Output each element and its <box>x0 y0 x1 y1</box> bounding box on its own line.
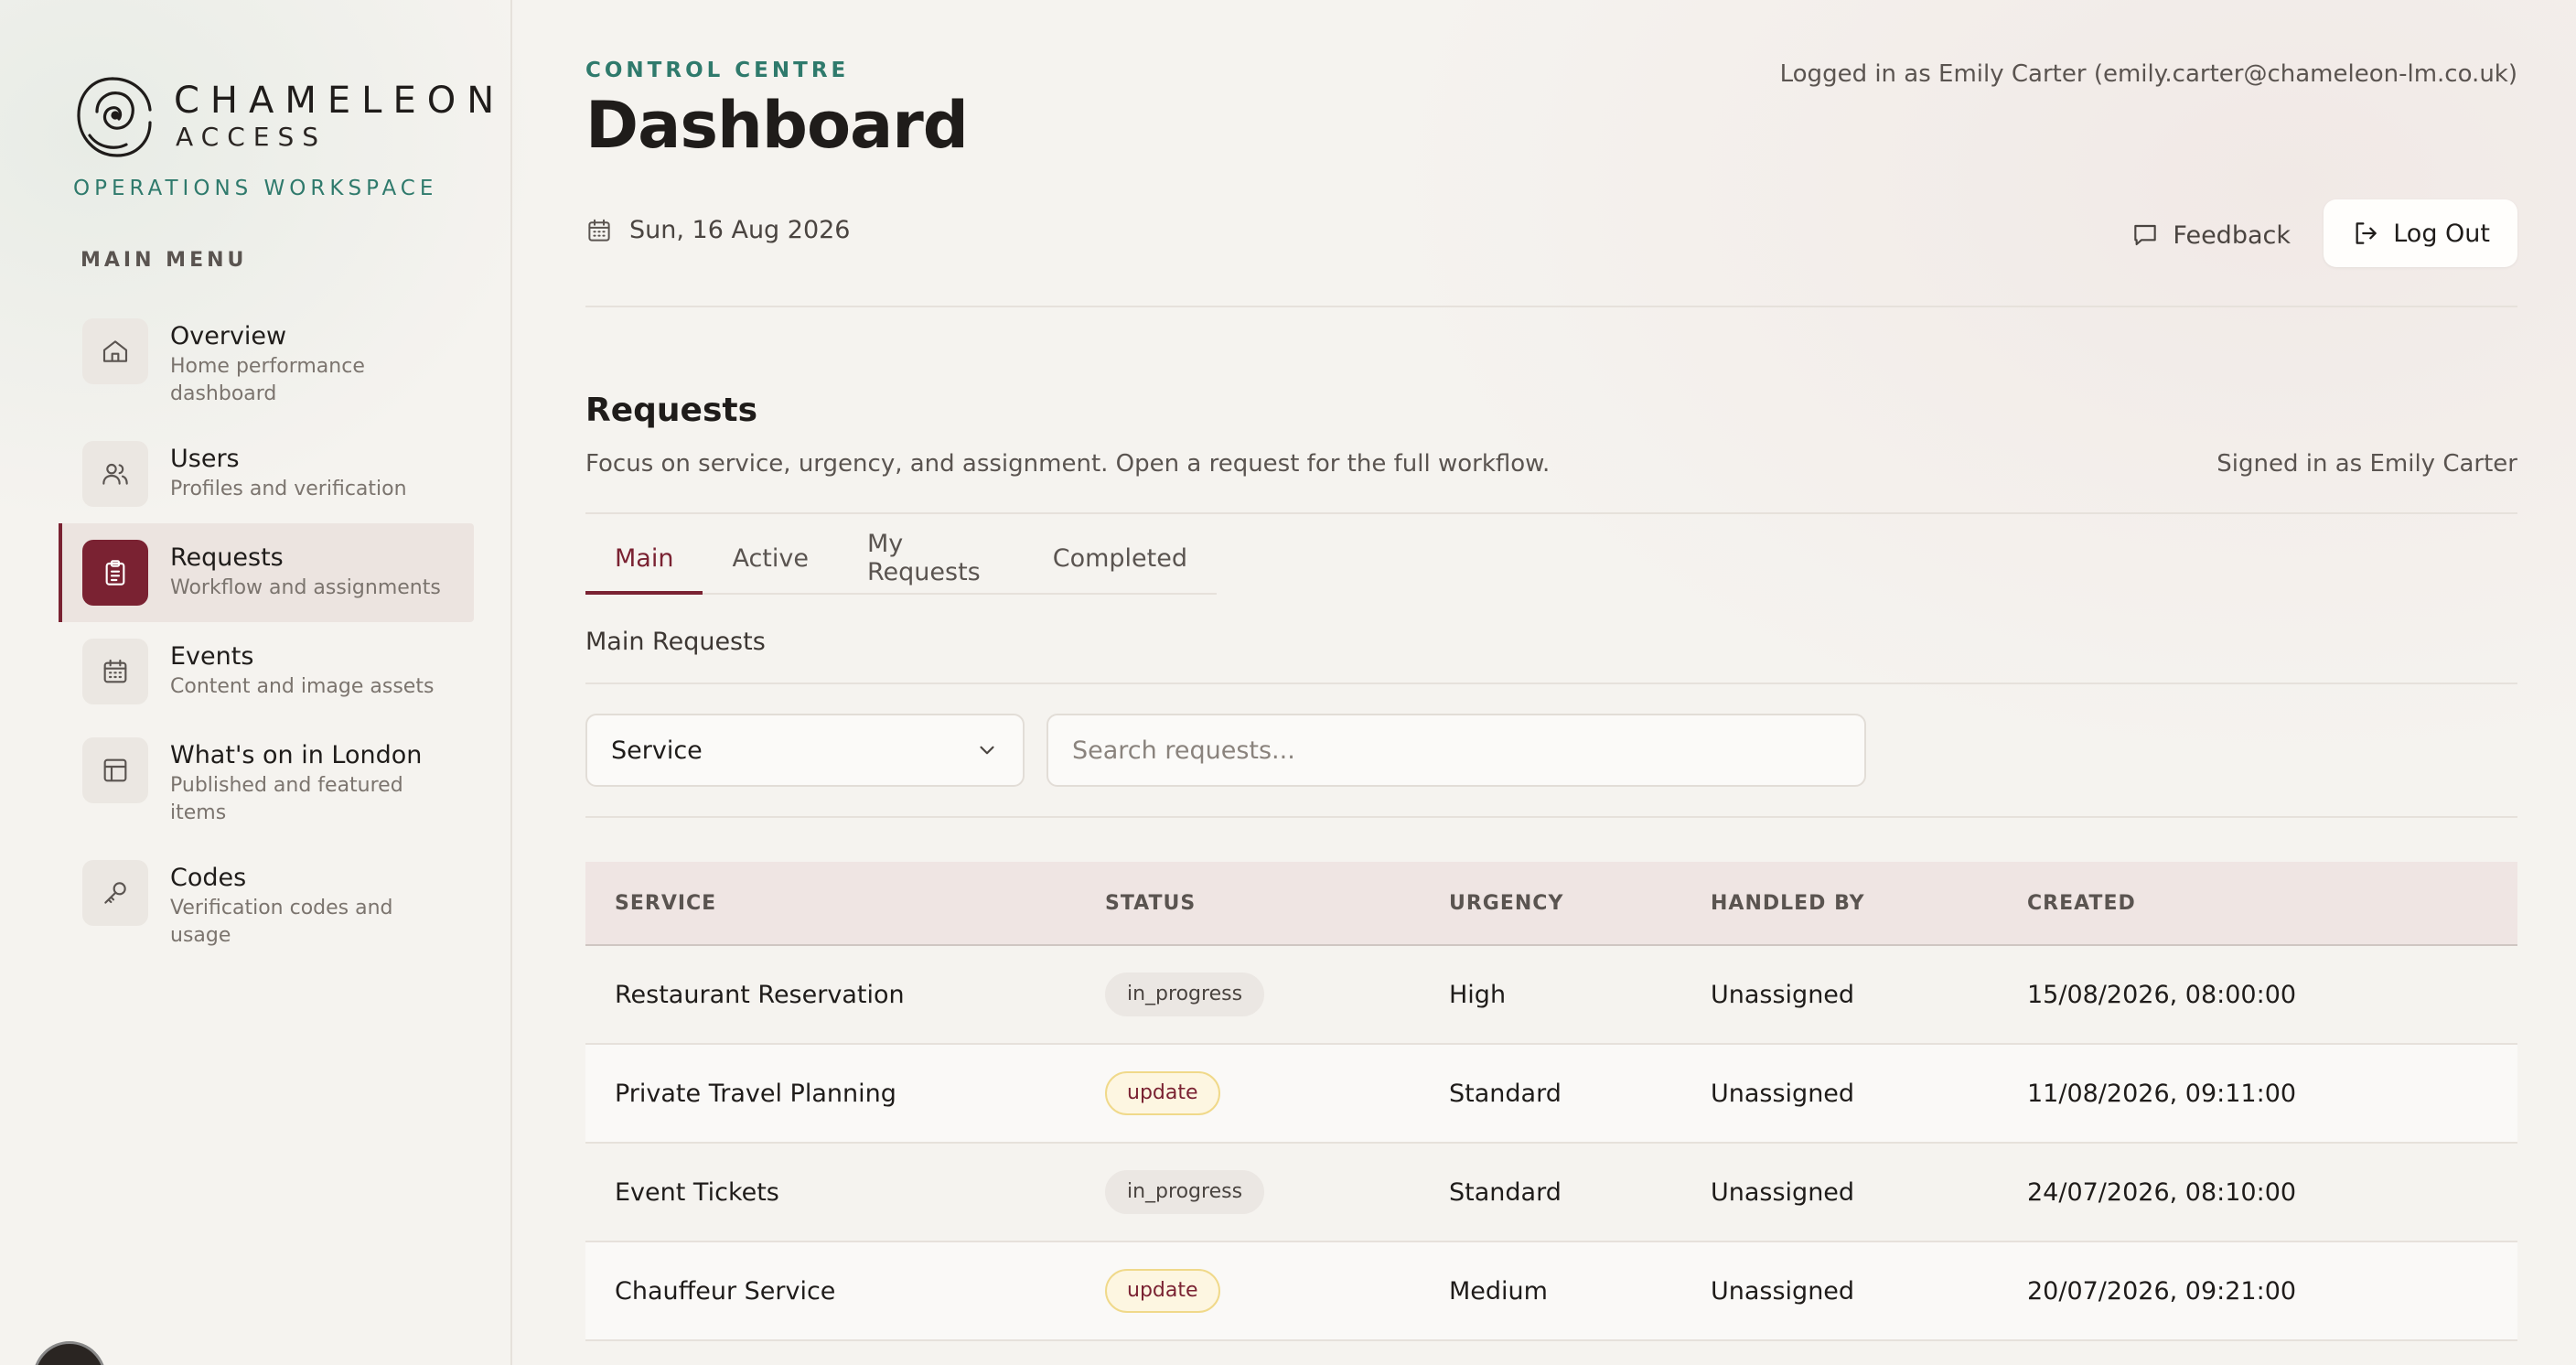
sidebar-item-desc: Home performance dashboard <box>170 355 365 405</box>
logout-icon <box>2356 222 2377 244</box>
section-description: Focus on service, urgency, and assignmen… <box>585 450 1551 478</box>
requests-table: SERVICE STATUS URGENCY HANDLED BY CREATE… <box>585 862 2517 1341</box>
main-content: CONTROL CENTRE Dashboard Logged in as Em… <box>585 0 2517 1365</box>
brand-sub: ACCESS <box>176 122 327 152</box>
cell-created: 15/08/2026, 08:00:00 <box>2027 980 2297 1009</box>
column-header-created[interactable]: CREATED <box>2027 892 2517 915</box>
cell-created: 20/07/2026, 09:21:00 <box>2027 1276 2297 1306</box>
tab-active[interactable]: Active <box>703 523 838 593</box>
tab-main[interactable]: Main <box>585 523 703 595</box>
page-eyebrow: CONTROL CENTRE <box>585 59 850 82</box>
cell-handled-by: Unassigned <box>1711 1177 1855 1207</box>
sidebar-item-desc: Published and featured items <box>170 774 403 824</box>
logout-label: Log Out <box>2393 219 2490 248</box>
users-icon <box>82 441 148 507</box>
brand-name: CHAMELEON <box>174 80 506 122</box>
message-icon <box>2134 224 2157 246</box>
sidebar: CHAMELEON ACCESS OPERATIONS WORKSPACE MA… <box>0 0 512 1365</box>
table-row[interactable]: Private Travel Planning update Standard … <box>585 1045 2517 1144</box>
sidebar-item-desc: Content and image assets <box>170 675 435 698</box>
table-row[interactable]: Chauffeur Service update Medium Unassign… <box>585 1242 2517 1341</box>
brand[interactable]: CHAMELEON ACCESS <box>71 71 505 163</box>
divider <box>585 306 2517 307</box>
brand-text: CHAMELEON ACCESS <box>174 81 505 154</box>
sidebar-item-label: Events <box>170 642 254 671</box>
cell-handled-by: Unassigned <box>1711 1276 1855 1306</box>
logout-button[interactable]: Log Out <box>2324 199 2517 267</box>
cell-service: Restaurant Reservation <box>615 980 905 1009</box>
avatar[interactable] <box>33 1341 106 1365</box>
feedback-button[interactable]: Feedback <box>2131 203 2291 267</box>
sidebar-item-label: Codes <box>170 864 247 892</box>
cell-service: Private Travel Planning <box>615 1079 896 1108</box>
cell-urgency: Standard <box>1449 1079 1562 1108</box>
tab-my-requests[interactable]: My Requests <box>838 523 1024 593</box>
divider <box>585 682 2517 684</box>
section-title: Requests <box>585 392 758 429</box>
cell-created: 24/07/2026, 08:10:00 <box>2027 1177 2297 1207</box>
cell-service: Event Tickets <box>615 1177 779 1207</box>
clipboard-icon <box>82 540 148 606</box>
table-header: SERVICE STATUS URGENCY HANDLED BY CREATE… <box>585 862 2517 946</box>
sidebar-item-label: Users <box>170 445 240 473</box>
chameleon-logo-icon <box>77 77 152 157</box>
cell-urgency: Standard <box>1449 1177 1562 1207</box>
table-row[interactable]: Restaurant Reservation in_progress High … <box>585 946 2517 1045</box>
sidebar-item-overview[interactable]: Overview Home performance dashboard <box>59 302 474 425</box>
column-header-urgency[interactable]: URGENCY <box>1449 892 1711 915</box>
sidebar-item-desc: Verification codes and usage <box>170 897 393 947</box>
tab-completed[interactable]: Completed <box>1024 523 1217 593</box>
request-tabs: Main Active My Requests Completed <box>585 523 1217 595</box>
key-icon <box>82 860 148 926</box>
sidebar-item-label: Requests <box>170 543 284 572</box>
select-value: Service <box>611 736 703 765</box>
menu-title: MAIN MENU <box>80 249 248 272</box>
main-nav: Overview Home performance dashboard User… <box>59 302 474 966</box>
column-header-handled-by[interactable]: HANDLED BY <box>1711 892 2027 915</box>
status-badge: in_progress <box>1105 1170 1265 1214</box>
search-input[interactable] <box>1046 714 1866 787</box>
sidebar-item-users[interactable]: Users Profiles and verification <box>59 425 474 523</box>
status-badge: in_progress <box>1105 973 1265 1016</box>
sidebar-item-label: Overview <box>170 322 287 350</box>
page-title: Dashboard <box>585 88 969 163</box>
calendar-icon <box>82 639 148 704</box>
cell-handled-by: Unassigned <box>1711 1079 1855 1108</box>
cell-handled-by: Unassigned <box>1711 980 1855 1009</box>
sidebar-item-desc: Workflow and assignments <box>170 576 441 599</box>
home-icon <box>82 318 148 384</box>
workspace-label: OPERATIONS WORKSPACE <box>73 177 438 200</box>
cell-service: Chauffeur Service <box>615 1276 836 1306</box>
chevron-down-icon <box>980 746 994 755</box>
sidebar-item-requests[interactable]: Requests Workflow and assignments <box>59 523 474 622</box>
signed-in-status: Signed in as Emily Carter <box>2216 450 2517 478</box>
sidebar-item-desc: Profiles and verification <box>170 478 407 500</box>
sidebar-item-label: What's on in London <box>170 741 423 769</box>
sidebar-item-whats-on[interactable]: What's on in London Published and featur… <box>59 721 474 844</box>
calendar-icon <box>588 219 610 242</box>
divider <box>585 512 2517 514</box>
divider <box>585 816 2517 818</box>
service-filter-select[interactable]: Service <box>585 714 1025 787</box>
current-date: Sun, 16 Aug 2026 <box>585 216 850 244</box>
subheading: Main Requests <box>585 628 766 656</box>
cell-urgency: Medium <box>1449 1276 1548 1306</box>
app-root: CHAMELEON ACCESS OPERATIONS WORKSPACE MA… <box>0 0 2576 1365</box>
layout-icon <box>82 737 148 803</box>
sidebar-item-codes[interactable]: Codes Verification codes and usage <box>59 844 474 966</box>
logged-in-status: Logged in as Emily Carter (emily.carter@… <box>1779 60 2517 88</box>
column-header-service[interactable]: SERVICE <box>585 892 1105 915</box>
column-header-status[interactable]: STATUS <box>1105 892 1449 915</box>
status-badge: update <box>1105 1071 1220 1115</box>
sidebar-item-events[interactable]: Events Content and image assets <box>59 622 474 721</box>
cell-urgency: High <box>1449 980 1507 1009</box>
status-badge: update <box>1105 1269 1220 1313</box>
table-row[interactable]: Event Tickets in_progress Standard Unass… <box>585 1144 2517 1242</box>
cell-created: 11/08/2026, 09:11:00 <box>2027 1079 2297 1108</box>
feedback-label: Feedback <box>2173 220 2291 250</box>
date-text: Sun, 16 Aug 2026 <box>629 216 851 244</box>
